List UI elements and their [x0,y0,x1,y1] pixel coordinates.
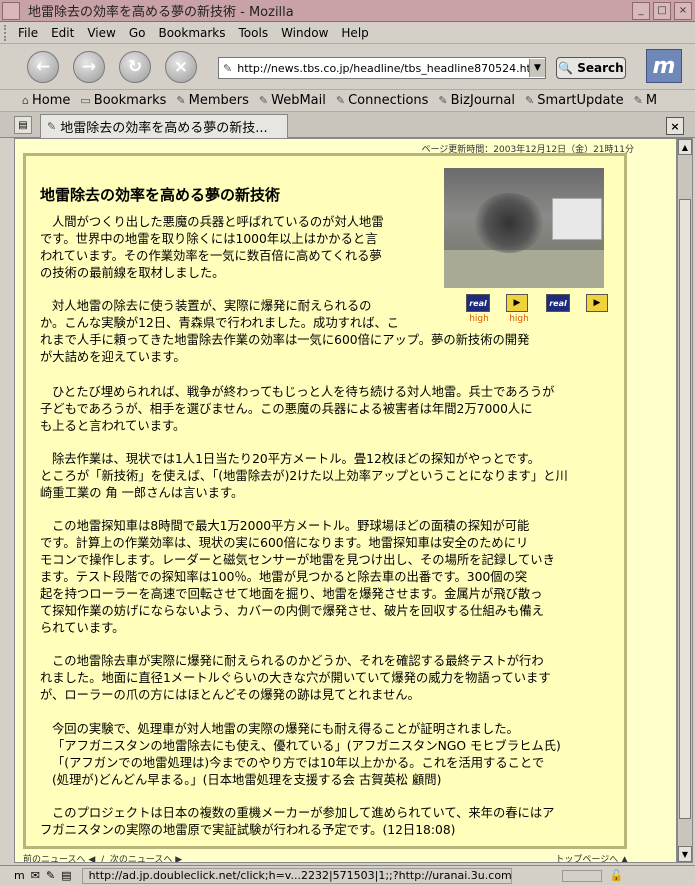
bookmark-bizjournal[interactable]: ✎ BizJournal [438,93,515,108]
window-titlebar: 地雷除去の効率を高める夢の新技術 - Mozilla _ □ × [0,0,695,22]
realplayer-link[interactable]: real [546,294,572,324]
bookmarks-toolbar: ⌂ Home ▭ Bookmarks ✎ Members ✎ WebMail ✎ Conn… [0,90,695,112]
menu-edit[interactable]: Edit [51,26,74,40]
maximize-button[interactable]: □ [653,1,671,20]
menu-go[interactable]: Go [129,26,146,40]
home-icon: ⌂ [22,94,29,107]
bookmark-icon: ✎ [335,94,346,107]
menu-bar: File Edit View Go Bookmarks Tools Window… [0,22,695,44]
url-bar[interactable]: ✎ http://news.tbs.co.jp/headline/tbs_hea… [218,57,546,79]
prev-news-link[interactable]: 前のニュースへ ◀ [23,855,95,862]
menu-window[interactable]: Window [281,26,328,40]
windowsmedia-link[interactable]: ▶ [586,294,612,324]
close-window-button[interactable]: × [674,1,692,20]
toolbar-grip[interactable] [4,25,12,41]
menu-file[interactable]: File [18,26,38,40]
stop-button[interactable]: × [165,51,197,83]
photo-ground [444,250,604,288]
mail-icon[interactable]: ✉ [31,869,40,882]
bookmark-icon: ✎ [47,120,57,133]
window-menu-button[interactable] [2,1,20,20]
status-bar: m ✉ ✎ ▤ http://ad.jp.doubleclick.net/cli… [0,865,695,885]
url-dropdown-button[interactable]: ▼ [529,59,545,77]
stop-icon: × [173,57,189,77]
close-tab-button[interactable]: × [666,117,684,135]
tab-title: 地雷除去の効率を高める夢の新技... [60,121,268,136]
article-paragraph-4: 除去作業は、現状では1人1日当たり20平方メートル。畳12枚ほどの探知がやっとで… [40,452,568,500]
article-paragraph-7: 今回の実験で、処理車が対人地雷の実際の爆発にも耐え得ることが証明されました。 「… [52,722,561,787]
bookmark-icon: ✎ [438,94,448,107]
page-icon: ✎ [223,61,233,75]
back-arrow-icon: ← [35,57,51,77]
article-paragraph-6: この地雷除去車が実際に爆発に耐えられるのかどうか、それを確認する最終テストが行わ… [40,654,551,702]
reload-button[interactable]: ↻ [119,51,151,83]
scroll-thumb[interactable] [679,199,691,819]
status-text: http://ad.jp.doubleclick.net/click;h=v..… [81,867,512,884]
article-panel: 地雷除去の効率を高める夢の新技術 real high ▶ high real ▶ [23,153,627,849]
tab-bar: ▤ ✎ 地雷除去の効率を高める夢の新技... × [0,112,695,138]
forward-arrow-icon: → [81,57,97,77]
reload-icon: ↻ [127,57,143,77]
top-page-link[interactable]: トップページへ ▲ [555,852,628,862]
menu-tools[interactable]: Tools [239,26,269,40]
article-paragraph-3: ひとたび埋められれば、戦争が終わってもじっと人を待ち続ける対人地雷。兵士であろう… [40,385,555,433]
article-paragraph-2: 対人地雷の除去に使う装置が、実際に爆発に耐えられるの か。こんな実験が12日、青… [40,299,530,364]
scroll-down-arrow-icon[interactable]: ▼ [678,846,692,862]
vertical-scrollbar[interactable]: ▲ ▼ [677,138,693,863]
photo-smoke [474,193,544,253]
search-label: Search [577,61,624,75]
minimize-button[interactable]: _ [632,1,650,20]
article-headline: 地雷除去の効率を高める夢の新技術 [40,186,281,204]
news-photo[interactable] [444,168,604,288]
bookmark-bookmarks[interactable]: ▭ Bookmarks [80,93,166,108]
menu-bookmarks[interactable]: Bookmarks [158,26,225,40]
back-button[interactable]: ← [27,51,59,83]
security-lock-icon[interactable]: 🔓 [610,869,624,882]
new-tab-button[interactable]: ▤ [14,116,32,134]
bookmark-icon: ✎ [524,94,535,107]
web-content: ページ更新時間：2003年12月12日（金）21時11分 地雷除去の効率を高める… [14,138,677,863]
navigation-toolbar: ← → ↻ × ✎ http://news.tbs.co.jp/headline… [0,44,695,90]
search-button[interactable]: 🔍 Search [556,57,626,79]
bookmark-icon: ✎ [258,94,269,107]
scroll-up-arrow-icon[interactable]: ▲ [678,139,692,155]
address-book-icon[interactable]: ▤ [61,869,71,882]
component-bar: m ✉ ✎ ▤ [14,869,72,882]
menu-help[interactable]: Help [341,26,368,40]
url-text[interactable]: http://news.tbs.co.jp/headline/tbs_headl… [237,62,529,75]
menu-view[interactable]: View [87,26,115,40]
bookmark-webmail[interactable]: ✎ WebMail [259,93,326,108]
mozilla-icon[interactable]: m [14,869,25,882]
bookmark-icon: ✎ [633,94,643,107]
article-paragraph-5: この地雷探知車は8時間で最大1万2000平方メートル。野球場ほどの面積の探知が可… [40,519,555,635]
bookmark-home[interactable]: ⌂ Home [22,93,70,108]
bookmark-smartupdate[interactable]: ✎ SmartUpdate [525,93,624,108]
folder-icon: ▭ [80,94,91,107]
news-navigation: 前のニュースへ ◀ / 次のニュースへ ▶ [23,855,183,863]
windows-media-icon: ▶ [586,294,608,312]
mozilla-throbber-icon[interactable]: m [646,49,682,83]
bookmark-members[interactable]: ✎ Members [176,93,248,108]
tab-active[interactable]: ✎ 地雷除去の効率を高める夢の新技... [40,114,288,138]
next-news-link[interactable]: 次のニュースへ ▶ [110,855,182,862]
article-paragraph-8: このプロジェクトは日本の複数の重機メーカーが参加して進められていて、来年の春には… [40,806,555,837]
realplayer-icon: real [546,294,570,312]
bookmark-icon: ✎ [176,94,186,107]
forward-button[interactable]: → [73,51,105,83]
article-paragraph-1: 人間がつくり出した悪魔の兵器と呼ばれているのが対人地雷 です。世界中の地雷を取り… [40,215,384,280]
composer-icon[interactable]: ✎ [46,869,55,882]
progress-meter [561,869,602,882]
window-title: 地雷除去の効率を高める夢の新技術 - Mozilla [28,5,294,20]
bookmark-connections[interactable]: ✎ Connections [336,93,429,108]
photo-vehicle [552,198,602,240]
bookmark-more[interactable]: ✎ M [634,93,657,108]
search-icon: 🔍 [558,61,574,75]
